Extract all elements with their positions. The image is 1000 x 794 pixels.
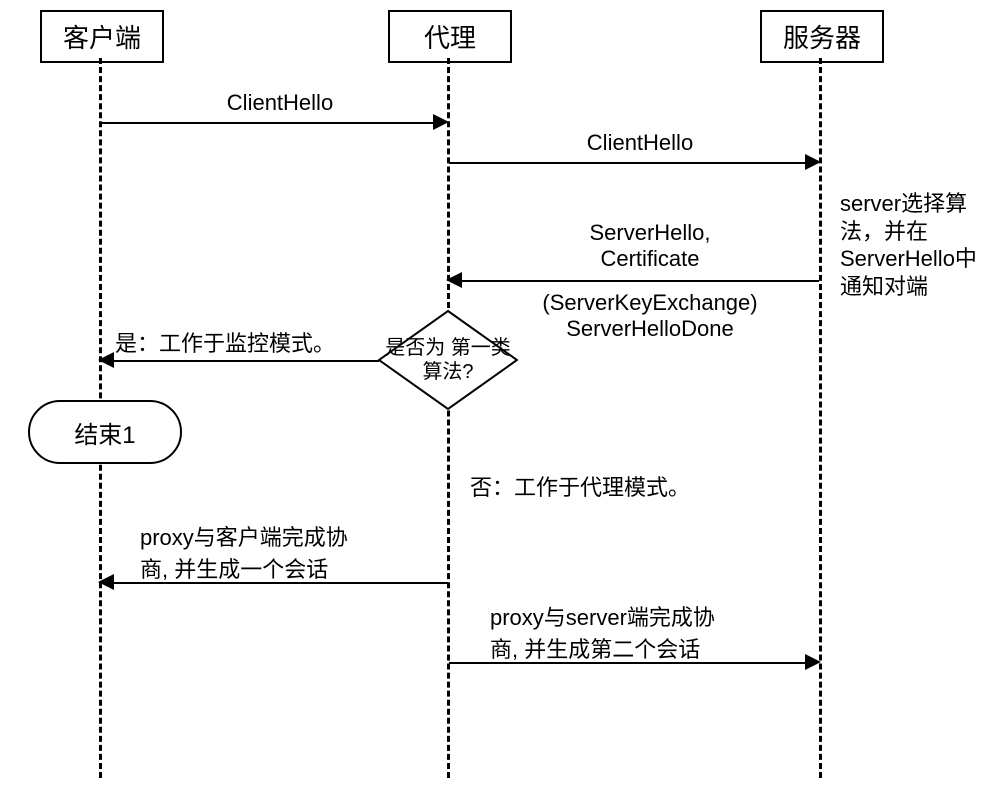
arrow-m2 xyxy=(449,162,805,164)
sequence-diagram: 客户端 代理 服务器 ClientHello ClientHello serve… xyxy=(0,0,1000,794)
arrow-m4-head xyxy=(98,574,114,590)
arrow-m1-head xyxy=(433,114,449,130)
participant-proxy: 代理 xyxy=(388,10,512,63)
no-branch-label: 否：工作于代理模式。 xyxy=(470,470,730,502)
msg-clienthello-2-label: ClientHello xyxy=(560,130,720,156)
server-side-note: server选择算 法，并在 ServerHello中 通知对端 xyxy=(840,190,990,300)
participant-server: 服务器 xyxy=(760,10,884,63)
yes-branch-label: 是：工作于监控模式。 xyxy=(115,326,375,358)
msg-serverhello-label: ServerHello, Certificate xyxy=(540,220,760,272)
lifeline-proxy xyxy=(447,58,450,778)
arrow-m2-head xyxy=(805,154,821,170)
msg-proxy-client-session-label: proxy与客户端完成协 商, 并生成一个会话 xyxy=(140,520,420,584)
msg-serverhellodone-label: (ServerKeyExchange) ServerHelloDone xyxy=(500,290,800,342)
arrow-yes-head xyxy=(98,352,114,368)
participant-client: 客户端 xyxy=(40,10,164,63)
decision-text: 是否为 第一类算法? xyxy=(378,310,518,410)
arrow-m3 xyxy=(462,280,819,282)
arrow-yes xyxy=(114,360,379,362)
terminator-end1: 结束1 xyxy=(28,400,182,464)
decision-diamond: 是否为 第一类算法? xyxy=(378,310,518,410)
msg-clienthello-1-label: ClientHello xyxy=(200,90,360,116)
arrow-m5-head xyxy=(805,654,821,670)
arrow-m4 xyxy=(114,582,448,584)
arrow-m5 xyxy=(449,662,805,664)
msg-proxy-server-session-label: proxy与server端完成协 商, 并生成第二个会话 xyxy=(490,600,790,664)
arrow-m1 xyxy=(101,122,433,124)
arrow-m3-head xyxy=(446,272,462,288)
